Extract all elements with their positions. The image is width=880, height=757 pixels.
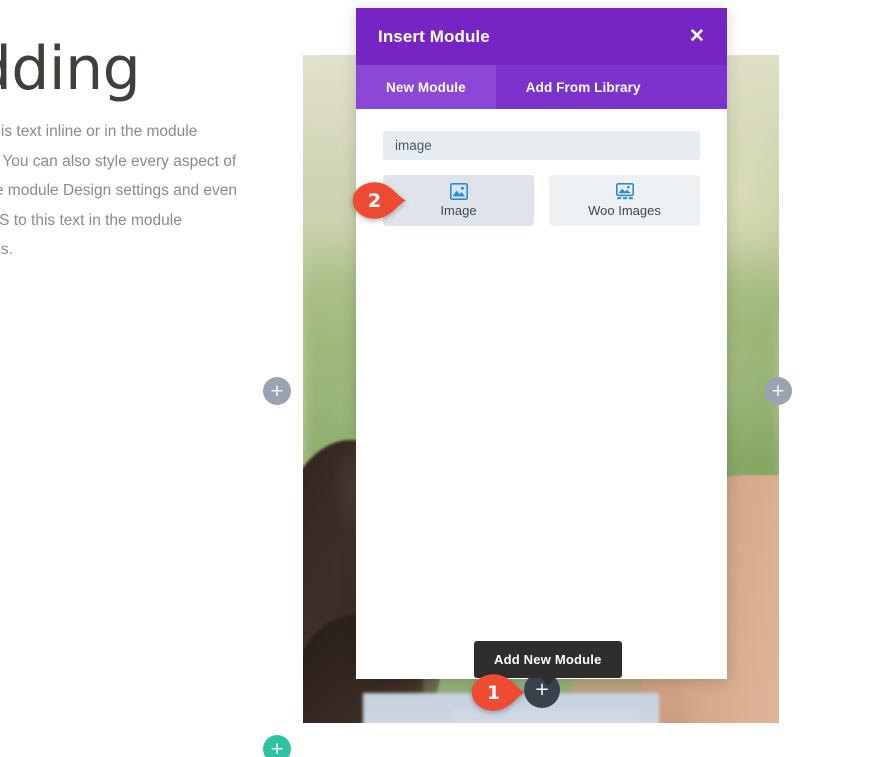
plus-icon: + xyxy=(770,380,786,401)
page-title: Wedding xyxy=(0,34,141,104)
add-row-right-button[interactable]: + xyxy=(764,377,792,405)
modal-body: Image Woo Images xyxy=(356,109,727,679)
module-card-woo-images[interactable]: Woo Images xyxy=(549,175,700,226)
add-section-button[interactable]: + xyxy=(263,735,291,757)
marker-number: 2 xyxy=(367,189,382,212)
page-canvas: Wedding Add or remove this text inline o… xyxy=(0,0,880,757)
add-row-left-button[interactable]: + xyxy=(263,377,291,405)
module-results-grid: Image Woo Images xyxy=(383,175,700,226)
image-icon xyxy=(449,183,468,200)
marker-number: 1 xyxy=(486,681,501,704)
tab-label: Add From Library xyxy=(525,79,641,95)
search-input[interactable] xyxy=(383,131,700,160)
content-text-column: Wedding Add or remove this text inline o… xyxy=(0,34,242,265)
tab-new-module[interactable]: New Module xyxy=(356,65,496,109)
module-card-label: Image xyxy=(440,203,477,218)
page-paragraph: Add or remove this text inline or in the… xyxy=(0,123,238,259)
plus-icon: + xyxy=(269,738,285,757)
insert-module-modal: Insert Module ✕ New Module Add From Libr… xyxy=(356,8,727,679)
modal-header: Insert Module ✕ xyxy=(356,8,727,65)
plus-icon: + xyxy=(269,380,285,401)
woo-images-icon xyxy=(615,183,634,200)
annotation-marker-2: 2 xyxy=(351,181,407,220)
modal-title: Insert Module xyxy=(378,26,490,46)
annotation-marker-1: 1 xyxy=(470,673,526,712)
tab-add-from-library[interactable]: Add From Library xyxy=(496,65,671,109)
modal-tab-bar: New Module Add From Library xyxy=(356,65,727,109)
module-card-label: Woo Images xyxy=(588,203,661,218)
tab-label: New Module xyxy=(386,79,466,95)
close-icon[interactable]: ✕ xyxy=(685,25,709,49)
